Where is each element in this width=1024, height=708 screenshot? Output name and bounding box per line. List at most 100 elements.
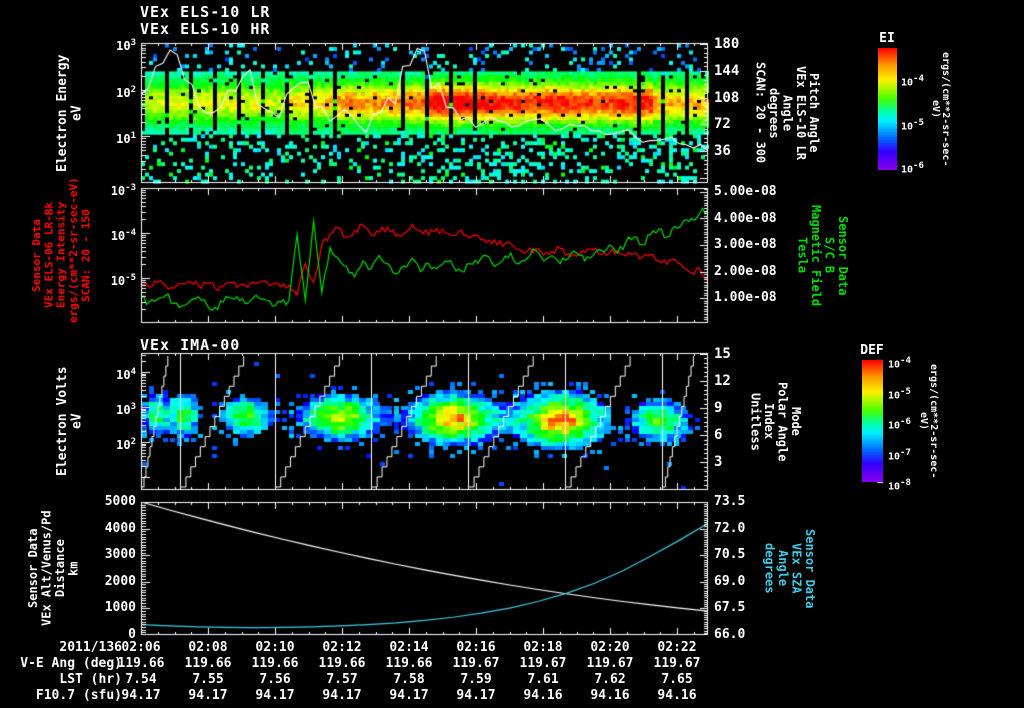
p2-left-axis-label: Sensor Data VEx ELS-06 LR-Bk Energy Intens… [30, 177, 93, 323]
colorbar-def-tick: 10-5 [888, 386, 911, 401]
p1-right-tick: 144 [714, 62, 740, 79]
p4-left-axis-label-line: km [66, 561, 81, 576]
p2-right-axis-label-line: Magnetic Field [808, 204, 823, 307]
p3-right-axis-label-line: Mode [788, 407, 803, 436]
footer-ve-ang: 119.66 [251, 656, 299, 671]
p1-left-tick: 103 [116, 38, 136, 53]
footer-row-label: V-E Ang (deg) [20, 656, 122, 671]
colorbar-ei-tick: 10-6 [901, 161, 924, 176]
p4-right-tick: 70.5 [714, 547, 746, 563]
footer-row-label: LST (hr) [59, 672, 122, 687]
p2-right-tick: 5.00e-08 [714, 184, 777, 199]
footer-ve-ang: 119.66 [184, 656, 232, 671]
p4-right-tick: 66.0 [714, 627, 746, 642]
p2-left-axis-label-line: ergs/(cm**2-sr-sec-eV) [66, 177, 80, 323]
title-els-lr: VEx ELS-10 LR [140, 3, 271, 21]
p3-right-tick: 3 [714, 454, 723, 471]
footer-lst: 7.62 [594, 672, 626, 687]
p2-right-axis-label-line: Tesla [795, 237, 810, 274]
colorbar-def-tick: 10-6 [888, 417, 911, 432]
footer-time: 02:06 [121, 640, 161, 655]
footer-lst: 7.55 [192, 672, 224, 687]
footer-f107: 94.17 [456, 688, 496, 703]
p4-left-axis-label-line: VEx Alt/Venus/Pd [39, 510, 54, 627]
p1-right-tick: 180 [714, 36, 740, 52]
footer-time: 02:18 [523, 640, 563, 655]
footer-time: 02:12 [322, 640, 362, 655]
footer-time: 02:22 [657, 640, 697, 655]
p4-right-tick: 67.5 [714, 600, 746, 616]
p4-left-tick: 3000 [104, 547, 136, 563]
p4-left-axis-label-line: Distance [52, 539, 67, 598]
p3-left-tick: 102 [116, 437, 136, 452]
colorbar-def-tick: 10-4 [888, 356, 911, 371]
p1-right-axis-label-line: Angle [780, 94, 795, 132]
p2-right-tick: 4.00e-08 [714, 210, 777, 226]
p2-right-axis-label-line: S/C B [822, 237, 837, 274]
p4-left-tick: 5000 [104, 494, 136, 509]
colorbar-ei [878, 48, 897, 170]
footer-f107: 94.16 [657, 688, 697, 703]
footer-lst: 7.65 [661, 672, 693, 687]
p4-left-tick: 2000 [104, 573, 136, 589]
p1-right-axis-label-line: Pitch Angle [807, 73, 822, 153]
colorbar-ei-title: EI [879, 31, 895, 46]
p4-right-axis-label-line: VEx SZA [789, 543, 804, 594]
p4-right-axis-label-line: Sensor Data [802, 528, 817, 609]
footer-time: 02:14 [389, 640, 429, 655]
footer-time: 02:16 [456, 640, 496, 655]
footer-lst: 7.59 [460, 672, 492, 687]
plot-page: VEx ELS-10 LR VEx ELS-10 HR VEx IMA-00 E… [0, 0, 1024, 708]
p4-right-tick: 73.5 [714, 494, 746, 509]
p4-left-axis-label: Sensor Data VEx Alt/Venus/Pd Distance km [26, 502, 81, 635]
p3-left-tick: 103 [116, 402, 136, 417]
p3-right-tick: 12 [714, 372, 731, 389]
footer-f107: 94.16 [523, 688, 563, 703]
colorbar-ei-tick: 10-4 [901, 74, 924, 89]
p2-right-tick: 3.00e-08 [714, 237, 777, 252]
p2-left-axis-label-line: Sensor Data [30, 219, 43, 292]
p2-left-tick: 10-3 [110, 183, 136, 198]
p3-right-tick: 9 [714, 400, 723, 417]
p2-left-axis-label-line: SCAN: 20 - 150 [79, 209, 93, 302]
p3-left-axis-label-line: Electron Volts [55, 366, 70, 477]
footer-f107: 94.17 [322, 688, 362, 703]
footer-f107: 94.16 [590, 688, 630, 703]
footer-time: 02:08 [188, 640, 228, 655]
p1-left-tick: 101 [116, 131, 136, 147]
footer-lst: 7.56 [259, 672, 291, 687]
p1-left-axis-label-line: eV [69, 105, 85, 121]
colorbar-ei-unit: ergs/(cm**2-sr-sec-eV) [930, 51, 951, 167]
p1-right-axis-label-line: VEx ELS-10 LR [793, 66, 808, 160]
title-ima: VEx IMA-00 [140, 336, 241, 354]
footer-f107: 94.17 [255, 688, 295, 703]
p4-left-tick: 4000 [104, 520, 136, 536]
footer-f107: 94.17 [188, 688, 228, 703]
p3-right-axis-label-line: Polar Angle [775, 381, 790, 462]
p2-right-tick: 1.00e-08 [714, 290, 777, 305]
footer-f107: 94.17 [389, 688, 429, 703]
p3-right-tick: 15 [714, 345, 731, 362]
footer-ve-ang: 119.67 [519, 656, 567, 671]
p4-right-tick: 69.0 [714, 573, 746, 589]
p3-left-axis-label: Electron Volts eV [55, 353, 85, 490]
footer-lst: 7.58 [393, 672, 425, 687]
title-els-hr: VEx ELS-10 HR [140, 20, 271, 38]
p2-right-axis-label: Sensor Data S/C B Magnetic Field Tesla [795, 188, 849, 323]
p1-right-tick: 108 [714, 89, 740, 106]
footer-row-label: F10.7 (sfu) [35, 688, 122, 703]
p3-right-tick: 6 [714, 427, 723, 444]
p2-right-tick: 2.00e-08 [714, 263, 777, 279]
footer-ve-ang: 119.67 [452, 656, 500, 671]
footer-lst: 7.57 [326, 672, 358, 687]
p3-left-tick: 104 [116, 367, 136, 382]
colorbar-def-tick: 10-8 [888, 478, 911, 493]
p1-left-axis-label-line: Electron Energy [55, 54, 70, 172]
footer-lst: 7.61 [527, 672, 559, 687]
colorbar-ei-tick: 10-5 [901, 117, 924, 132]
footer-time: 02:20 [590, 640, 630, 655]
colorbar-def-tick: 10-7 [888, 447, 911, 462]
p4-right-tick: 72.0 [714, 520, 746, 536]
p3-left-axis-label-line: eV [69, 413, 85, 430]
footer-ve-ang: 119.67 [653, 656, 701, 671]
